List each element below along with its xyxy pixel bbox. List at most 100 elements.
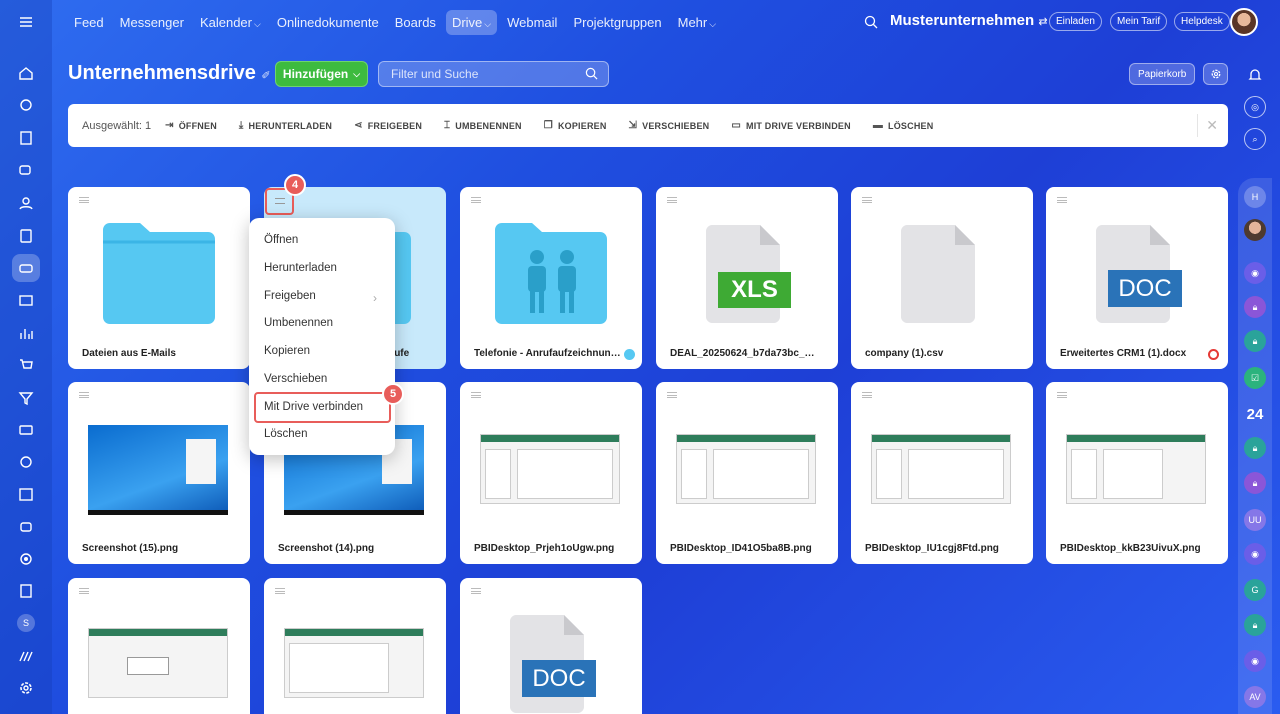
target-icon[interactable] xyxy=(12,545,40,573)
drag-handle-icon[interactable] xyxy=(667,392,677,398)
menu-item-share[interactable]: Freigeben xyxy=(264,290,316,302)
add-button[interactable]: Hinzufügen ⌵ xyxy=(275,61,368,87)
avatar-initial[interactable]: G xyxy=(1244,579,1266,601)
file-tile[interactable]: Screenshot (15).png xyxy=(68,382,250,564)
file-tile[interactable]: DOC xyxy=(460,578,642,714)
task-check-icon[interactable]: ☑︎ xyxy=(1244,367,1266,389)
search-box[interactable] xyxy=(378,61,609,87)
group-icon[interactable]: ◉ xyxy=(1244,262,1266,284)
robot-icon[interactable] xyxy=(12,512,40,540)
pin-icon[interactable]: ✐ xyxy=(261,70,270,82)
action-open[interactable]: ⇥ ÖFFNEN xyxy=(165,120,217,131)
file-tile[interactable]: PBIDesktop_kkB23UivuX.png xyxy=(1046,382,1228,564)
nav-webmail[interactable]: Webmail xyxy=(501,10,563,35)
avatar-initial[interactable]: H xyxy=(1244,186,1266,208)
drag-handle-icon[interactable] xyxy=(471,588,481,594)
group-icon[interactable]: ◉ xyxy=(1244,543,1266,565)
company-name[interactable]: Musterunternehmen ⇄ xyxy=(890,12,1048,29)
search-icon[interactable] xyxy=(864,15,878,29)
close-icon[interactable]: ✕ xyxy=(1206,117,1218,134)
lock-icon[interactable]: 🔒︎ xyxy=(1244,296,1266,318)
drag-handle-icon[interactable] xyxy=(275,588,285,594)
action-rename[interactable]: ⌶ UMBENENNEN xyxy=(444,120,522,131)
search-input[interactable] xyxy=(379,62,569,86)
analytics-icon[interactable] xyxy=(12,319,40,347)
file-tile[interactable]: XLS DEAL_20250624_b7da73bc_685... xyxy=(656,187,838,369)
notes-icon[interactable] xyxy=(12,577,40,605)
drag-handle-icon[interactable] xyxy=(471,197,481,203)
lock-icon[interactable]: 🔒︎ xyxy=(1244,437,1266,459)
avatar[interactable] xyxy=(1244,219,1266,241)
nav-feed[interactable]: Feed xyxy=(68,10,110,35)
lock-icon[interactable]: 🔒︎ xyxy=(1244,330,1266,352)
lock-icon[interactable]: 🔒︎ xyxy=(1244,614,1266,636)
action-move[interactable]: ⇲ VERSCHIEBEN xyxy=(629,120,710,131)
nav-messenger[interactable]: Messenger xyxy=(114,10,190,35)
nav-online-documents[interactable]: Onlinedokumente xyxy=(271,10,385,35)
drag-handle-icon[interactable] xyxy=(79,392,89,398)
nav-boards[interactable]: Boards xyxy=(389,10,442,35)
menu-item-copy[interactable]: Kopieren xyxy=(264,345,310,357)
file-tile[interactable] xyxy=(264,578,446,714)
invite-button[interactable]: Einladen xyxy=(1049,12,1102,31)
tasks-icon[interactable] xyxy=(12,222,40,250)
avatar-initial[interactable]: UU xyxy=(1244,509,1266,531)
file-tile[interactable]: Telefonie - Anrufaufzeichnung... xyxy=(460,187,642,369)
drag-handle-icon[interactable] xyxy=(79,588,89,594)
avatar-initial[interactable]: AV xyxy=(1244,686,1266,708)
my-tariff-button[interactable]: Mein Tarif xyxy=(1110,12,1168,31)
chat-search-icon[interactable]: ⌕ xyxy=(1244,128,1266,150)
menu-item-rename[interactable]: Umbenennen xyxy=(264,317,333,329)
home-icon[interactable] xyxy=(12,59,40,87)
action-connect-drive[interactable]: ▭ MIT DRIVE VERBINDEN xyxy=(731,120,850,131)
document-icon[interactable] xyxy=(12,124,40,152)
copilot-icon[interactable]: ◎ xyxy=(1244,96,1266,118)
logo-icon[interactable] xyxy=(12,642,40,670)
nav-drive[interactable]: Drive ⌵ xyxy=(445,9,498,35)
drive-icon[interactable] xyxy=(12,254,40,282)
action-delete[interactable]: ▬ LÖSCHEN xyxy=(873,120,934,131)
nav-workgroups[interactable]: Projektgruppen xyxy=(567,10,667,35)
menu-item-move[interactable]: Verschieben xyxy=(264,373,327,385)
file-tile[interactable]: PBIDesktop_ID41O5ba8B.png xyxy=(656,382,838,564)
menu-icon[interactable] xyxy=(12,8,40,36)
drag-handle-icon[interactable] xyxy=(1057,197,1067,203)
chat-icon[interactable] xyxy=(12,157,40,185)
funnel-icon[interactable] xyxy=(12,384,40,412)
file-tile[interactable]: Dateien aus E-Mails xyxy=(68,187,250,369)
crm-icon[interactable] xyxy=(12,287,40,315)
bell-icon[interactable] xyxy=(1244,64,1266,86)
lock-icon[interactable]: 🔒︎ xyxy=(1244,472,1266,494)
card-icon[interactable] xyxy=(12,416,40,444)
settings-button[interactable] xyxy=(1203,63,1228,85)
group-icon[interactable]: ◉ xyxy=(1244,650,1266,672)
drag-handle-icon[interactable] xyxy=(1057,392,1067,398)
trash-button[interactable]: Papierkorb xyxy=(1129,63,1196,85)
helpdesk-button[interactable]: Helpdesk xyxy=(1174,12,1230,31)
file-tile[interactable] xyxy=(68,578,250,714)
file-tile[interactable]: PBIDesktop_Prjeh1oUgw.png xyxy=(460,382,642,564)
action-share[interactable]: ⋖ FREIGEBEN xyxy=(354,120,422,131)
drag-handle-icon[interactable] xyxy=(862,392,872,398)
settings-icon[interactable] xyxy=(12,674,40,702)
menu-item-delete[interactable]: Löschen xyxy=(264,428,307,440)
people-icon[interactable] xyxy=(12,189,40,217)
flow-icon[interactable] xyxy=(12,91,40,119)
drag-handle-icon[interactable] xyxy=(275,198,285,204)
file-tile[interactable]: PBIDesktop_IU1cgj8Ftd.png xyxy=(851,382,1033,564)
shop-icon[interactable] xyxy=(12,351,40,379)
search-icon[interactable] xyxy=(585,67,598,80)
drag-handle-icon[interactable] xyxy=(667,197,677,203)
drag-handle-icon[interactable] xyxy=(79,197,89,203)
nav-calendar[interactable]: Kalender ⌵ xyxy=(194,10,267,35)
menu-item-download[interactable]: Herunterladen xyxy=(264,262,337,274)
calendar-icon[interactable] xyxy=(12,480,40,508)
calendar-counter[interactable]: 24 xyxy=(1244,403,1266,425)
file-tile[interactable]: DOC Erweitertes CRM1 (1).docx xyxy=(1046,187,1228,369)
action-download[interactable]: ⤓ HERUNTERLADEN xyxy=(239,120,332,131)
file-tile[interactable]: company (1).csv xyxy=(851,187,1033,369)
contact-center-icon[interactable] xyxy=(12,448,40,476)
menu-item-open[interactable]: Öffnen xyxy=(264,234,298,246)
nav-more[interactable]: Mehr ⌵ xyxy=(672,10,722,35)
drag-handle-icon[interactable] xyxy=(862,197,872,203)
